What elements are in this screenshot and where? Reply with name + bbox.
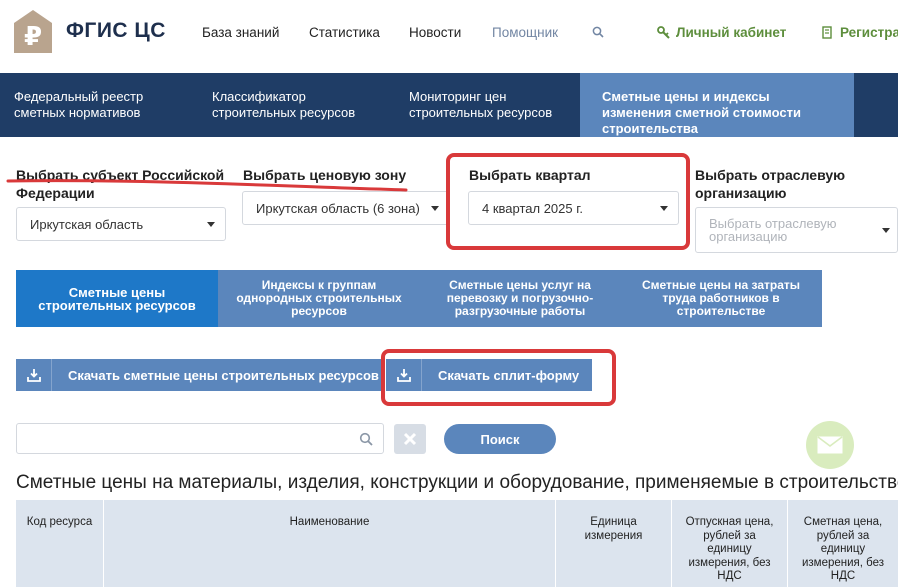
- register-link[interactable]: Регистрация: [822, 25, 898, 40]
- download-prices-button[interactable]: Скачать сметные цены строительных ресурс…: [16, 359, 381, 391]
- org-select[interactable]: Выбрать отраслевую организацию: [695, 207, 898, 253]
- org-label: Выбрать отраслевую организацию: [695, 167, 846, 201]
- org-select-placeholder: Выбрать отраслевую организацию: [709, 216, 837, 244]
- edit-form-icon: [822, 26, 832, 39]
- subject-select[interactable]: Иркутская область: [16, 207, 226, 241]
- mainnav-federal-registry[interactable]: Федеральный реестр сметных нормативов: [0, 73, 190, 137]
- mail-icon: [817, 436, 843, 454]
- svg-text:₽: ₽: [24, 22, 42, 52]
- chevron-down-icon: [431, 206, 439, 211]
- annotation-box-split-form: [381, 349, 616, 406]
- section-title: Сметные цены на материалы, изделия, конс…: [16, 472, 898, 493]
- column-header-estimate-price[interactable]: Сметная цена, рублей за единицу измерени…: [788, 500, 898, 587]
- column-header-release-price[interactable]: Отпускная цена, рублей за единицу измере…: [672, 500, 788, 587]
- download-prices-label: Скачать сметные цены строительных ресурс…: [68, 367, 379, 383]
- tab-transport-prices[interactable]: Сметные цены услуг на перевозку и погруз…: [420, 270, 620, 327]
- search-button[interactable]: Поиск: [444, 424, 556, 454]
- feedback-button[interactable]: [806, 421, 854, 469]
- logo-text[interactable]: ФГИС ЦС: [66, 19, 166, 43]
- chevron-down-icon: [207, 222, 215, 227]
- personal-cabinet-label: Личный кабинет: [676, 25, 787, 40]
- column-header-unit[interactable]: Единица измерения: [556, 500, 672, 587]
- download-icon: [16, 359, 52, 391]
- mainnav-resource-classifier[interactable]: Классификатор строительных ресурсов: [198, 73, 388, 137]
- nav-statistics[interactable]: Статистика: [309, 25, 380, 40]
- annotation-box-quarter: [446, 153, 690, 250]
- close-icon: [403, 432, 417, 446]
- mainnav-estimate-prices[interactable]: Сметные цены и индексы изменения сметной…: [580, 73, 854, 137]
- search-icon[interactable]: [359, 432, 373, 446]
- nav-news[interactable]: Новости: [409, 25, 461, 40]
- chevron-down-icon: [882, 228, 890, 233]
- header-search-icon[interactable]: [592, 26, 604, 38]
- subject-select-value: Иркутская область: [30, 216, 144, 232]
- tab-indices[interactable]: Индексы к группам однородных строительны…: [218, 270, 420, 327]
- tab-labor-costs[interactable]: Сметные цены на затраты труда работников…: [620, 270, 822, 327]
- mainnav-price-monitoring[interactable]: Мониторинг цен строительных ресурсов: [395, 73, 577, 137]
- zone-select[interactable]: Иркутская область (6 зона): [242, 191, 450, 225]
- register-label: Регистрация: [840, 25, 898, 40]
- site-header: ₽ ФГИС ЦС База знаний Статистика Новости…: [0, 0, 898, 73]
- column-header-code[interactable]: Код ресурса: [16, 500, 104, 587]
- nav-assistant[interactable]: Помощник: [492, 25, 558, 40]
- ruble-logo-icon[interactable]: ₽: [13, 9, 53, 54]
- nav-knowledge-base[interactable]: База знаний: [202, 25, 279, 40]
- search-input[interactable]: [16, 423, 384, 454]
- tab-resource-prices[interactable]: Сметные цены строительных ресурсов: [16, 270, 218, 327]
- column-header-name[interactable]: Наименование: [104, 500, 556, 587]
- personal-cabinet-link[interactable]: Личный кабинет: [657, 25, 786, 40]
- main-navigation: Федеральный реестр сметных нормативов Кл…: [0, 73, 898, 137]
- clear-search-button[interactable]: [394, 424, 426, 454]
- zone-select-value: Иркутская область (6 зона): [256, 200, 420, 216]
- table-header: Код ресурса Наименование Единица измерен…: [16, 500, 898, 587]
- annotation-underline: [6, 179, 408, 192]
- key-icon: [657, 26, 670, 39]
